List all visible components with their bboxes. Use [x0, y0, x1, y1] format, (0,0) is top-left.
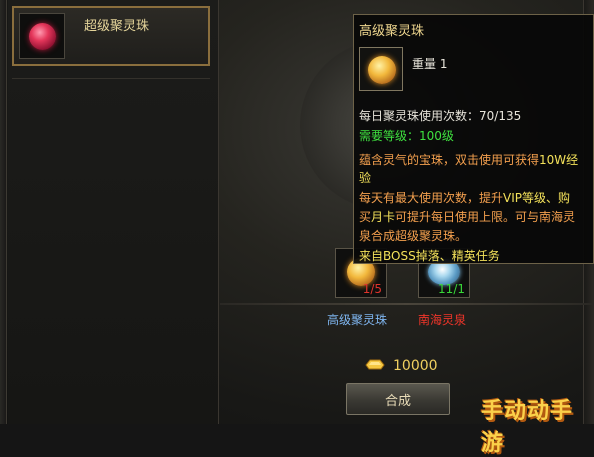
game-screen: 超级聚灵珠 1/5 11/1 高级聚灵珠 南海灵泉 10000 合成 手动动手游… — [0, 0, 594, 456]
desc-text: 蕴含灵气的宝珠，双击使用可获得 — [359, 153, 540, 167]
item-slot — [19, 13, 65, 59]
material-count: 11/1 — [438, 282, 465, 296]
tooltip-description-2-cont: 买月卡可提升每日使用上限。可与南海灵 — [359, 208, 575, 225]
tooltip-weight: 重量 1 — [412, 57, 448, 71]
desc-highlight: VIP等级、购 — [503, 191, 571, 205]
cost-amount: 10000 — [393, 358, 438, 374]
material-name: 南海灵泉 — [418, 313, 467, 327]
tooltip-title: 高级聚灵珠 — [359, 24, 425, 39]
list-item-name: 超级聚灵珠 — [84, 19, 150, 34]
desc-highlight: 10W经 — [539, 153, 579, 167]
red-orb-icon — [29, 23, 56, 50]
tooltip-level-requirement: 需要等级：100级 — [359, 129, 454, 143]
tooltip-source: 来自BOSS掉落、精英任务 — [359, 249, 500, 263]
tooltip-description-1-cont: 验 — [359, 171, 372, 185]
desc-text: 可提升每日使用上限。可与南海灵 — [395, 210, 576, 224]
material-count: 1/5 — [362, 282, 382, 296]
tooltip-description-2-end: 泉合成超级聚灵珠。 — [359, 229, 468, 243]
tooltip-corner — [587, 15, 593, 21]
tooltip-daily-usage: 每日聚灵珠使用次数：70/135 — [359, 109, 522, 123]
desc-text: 每天有最大使用次数，提升 — [359, 191, 504, 205]
tooltip-description-2: 每天有最大使用次数，提升VIP等级、购 — [359, 189, 570, 206]
merge-button[interactable]: 合成 — [346, 383, 450, 415]
watermark-logo: 手动动手游 — [481, 399, 574, 456]
item-tooltip: 高级聚灵珠 重量 1 每日聚灵珠使用次数：70/135 需要等级：100级 蕴含… — [353, 14, 594, 264]
desc-highlight: 月卡 — [371, 210, 396, 224]
list-item-super-orb[interactable]: 超级聚灵珠 — [12, 6, 210, 66]
section-divider — [220, 303, 594, 305]
tooltip-item-slot — [359, 47, 403, 91]
gold-orb-icon — [368, 56, 396, 84]
left-frame-border — [0, 0, 7, 424]
tooltip-description-1: 蕴含灵气的宝珠，双击使用可获得10W经 — [359, 151, 578, 168]
gold-ingot-icon — [365, 359, 385, 370]
list-separator — [12, 78, 210, 79]
desc-text: 买 — [359, 210, 372, 224]
material-name: 高级聚灵珠 — [327, 313, 388, 327]
